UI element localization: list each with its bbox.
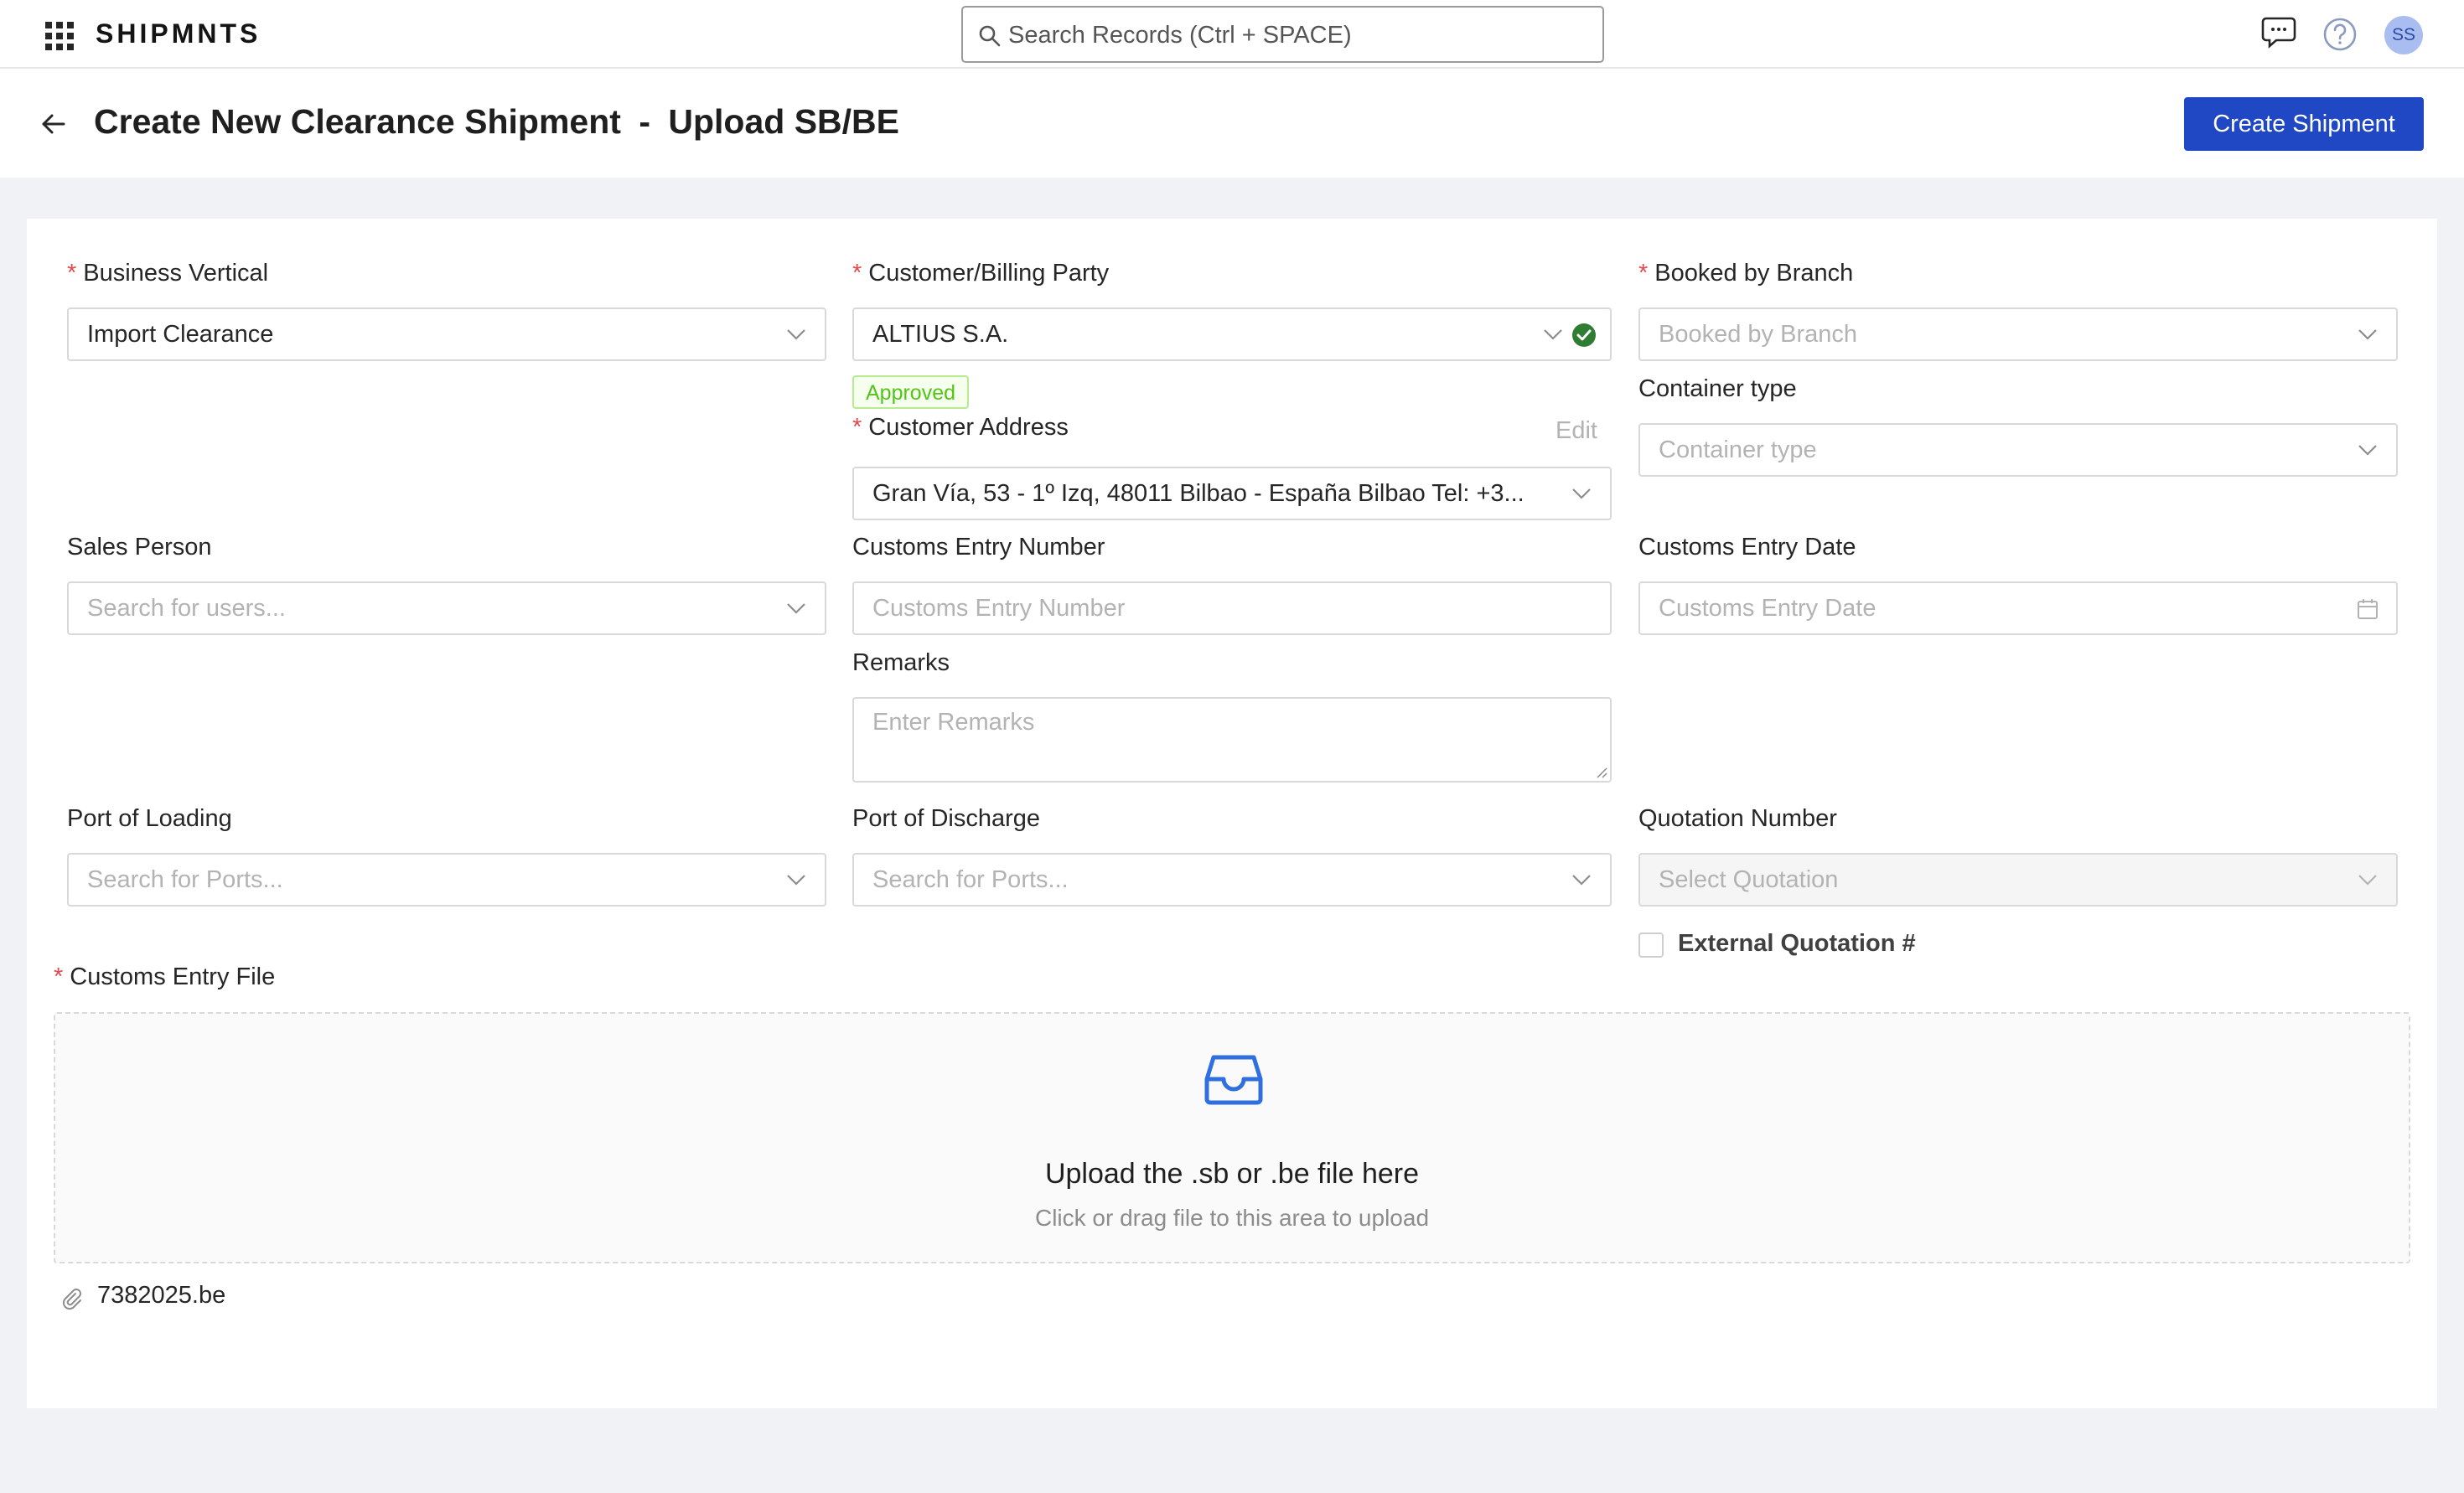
customs-entry-number-input[interactable]: Customs Entry Number [852, 581, 1612, 635]
page-title-sub: Upload SB/BE [668, 102, 900, 141]
chevron-down-icon [787, 875, 805, 886]
approved-status-badge: Approved [852, 375, 970, 409]
customs-entry-date-placeholder: Customs Entry Date [1659, 595, 1876, 622]
user-avatar[interactable]: SS [2384, 16, 2423, 54]
upload-hint: Click or drag file to this area to uploa… [1034, 1205, 1430, 1231]
top-nav-bar: SHIPMNTS SS [0, 0, 2464, 69]
upload-title: Upload the .sb or .be file here [1044, 1158, 1420, 1190]
container-type-label: Container type [1638, 375, 1797, 402]
resize-handle-icon[interactable] [1594, 765, 1607, 778]
chevron-down-icon [787, 603, 805, 614]
uploaded-file-name[interactable]: 7382025.be [97, 1282, 225, 1310]
customs-entry-file-label-text: Customs Entry File [70, 963, 276, 990]
customer-select[interactable]: ALTIUS S.A. [852, 307, 1612, 361]
sales-person-label: Sales Person [67, 534, 212, 561]
quotation-number-select: Select Quotation [1638, 853, 2398, 907]
back-arrow-icon[interactable] [37, 107, 70, 141]
chat-icon[interactable] [2261, 13, 2300, 50]
external-quotation-label[interactable]: External Quotation # [1678, 930, 1916, 958]
container-type-placeholder: Container type [1659, 437, 1817, 463]
remarks-label: Remarks [852, 649, 950, 676]
calendar-icon [2358, 599, 2378, 619]
business-vertical-label: * Business Vertical [67, 260, 268, 287]
inbox-upload-icon [1204, 1055, 1263, 1105]
sales-person-placeholder: Search for users... [87, 595, 286, 622]
file-upload-dropzone[interactable]: Upload the .sb or .be file here Click or… [54, 1012, 2410, 1263]
verified-check-icon [1572, 323, 1596, 347]
chevron-down-icon [2358, 329, 2377, 340]
app-grid-icon[interactable] [45, 22, 74, 50]
quotation-number-label: Quotation Number [1638, 805, 1837, 832]
customer-label-text: Customer/Billing Party [868, 260, 1110, 287]
external-quotation-checkbox[interactable] [1638, 932, 1664, 958]
chevron-down-icon [1572, 875, 1591, 886]
sales-person-select[interactable]: Search for users... [67, 581, 826, 635]
chevron-down-icon [2358, 445, 2377, 456]
business-vertical-value: Import Clearance [87, 321, 274, 348]
customs-entry-number-placeholder: Customs Entry Number [872, 595, 1126, 622]
port-of-loading-label: Port of Loading [67, 805, 232, 832]
customs-entry-date-picker[interactable]: Customs Entry Date [1638, 581, 2398, 635]
page-title-separator: - [639, 102, 650, 141]
customs-entry-number-label: Customs Entry Number [852, 534, 1105, 561]
chevron-down-icon [1544, 329, 1562, 340]
form-card: * Business Vertical Import Clearance * Cus… [27, 219, 2437, 1408]
brand-logo[interactable]: SHIPMNTS [96, 18, 261, 49]
port-of-discharge-label: Port of Discharge [852, 805, 1041, 832]
page-title-main: Create New Clearance Shipment [94, 102, 621, 141]
customer-address-label: * Customer Address [852, 414, 1069, 442]
customer-address-select[interactable]: Gran Vía, 53 - 1º Izq, 48011 Bilbao - Es… [852, 467, 1612, 520]
chevron-down-icon [2358, 875, 2377, 886]
page-header: Create New Clearance Shipment - Upload S… [0, 69, 2464, 178]
paperclip-icon [62, 1289, 81, 1310]
customer-address-label-text: Customer Address [868, 414, 1069, 441]
customer-address-value: Gran Vía, 53 - 1º Izq, 48011 Bilbao - Es… [872, 480, 1524, 507]
required-marker: * [67, 260, 77, 287]
edit-address-link[interactable]: Edit [1556, 417, 1597, 445]
required-marker: * [1638, 260, 1649, 287]
remarks-textarea[interactable]: Enter Remarks [852, 697, 1612, 783]
port-of-discharge-select[interactable]: Search for Ports... [852, 853, 1612, 907]
booked-by-branch-label-text: Booked by Branch [1654, 260, 1854, 287]
port-of-loading-placeholder: Search for Ports... [87, 866, 283, 893]
port-of-discharge-placeholder: Search for Ports... [872, 866, 1069, 893]
customer-label: * Customer/Billing Party [852, 260, 1109, 287]
booked-by-branch-label: * Booked by Branch [1638, 260, 1853, 287]
search-input[interactable] [1007, 8, 1588, 63]
customs-entry-date-label: Customs Entry Date [1638, 534, 1856, 561]
quotation-number-placeholder: Select Quotation [1659, 866, 1839, 893]
chevron-down-icon [1572, 488, 1591, 499]
port-of-loading-select[interactable]: Search for Ports... [67, 853, 826, 907]
container-type-select[interactable]: Container type [1638, 423, 2398, 477]
required-marker: * [852, 260, 862, 287]
create-shipment-button[interactable]: Create Shipment [2184, 97, 2424, 151]
chevron-down-icon [787, 329, 805, 340]
search-icon [979, 25, 1001, 47]
booked-by-branch-placeholder: Booked by Branch [1659, 321, 1857, 348]
required-marker: * [852, 414, 862, 441]
remarks-placeholder: Enter Remarks [872, 709, 1035, 736]
help-icon[interactable] [2322, 16, 2358, 53]
required-marker: * [54, 963, 64, 990]
business-vertical-select[interactable]: Import Clearance [67, 307, 826, 361]
page-title: Create New Clearance Shipment - Upload S… [94, 102, 899, 142]
customs-entry-file-label: * Customs Entry File [54, 963, 275, 991]
global-search[interactable] [961, 6, 1604, 63]
booked-by-branch-select[interactable]: Booked by Branch [1638, 307, 2398, 361]
customer-value: ALTIUS S.A. [872, 321, 1009, 348]
business-vertical-label-text: Business Vertical [83, 260, 269, 287]
